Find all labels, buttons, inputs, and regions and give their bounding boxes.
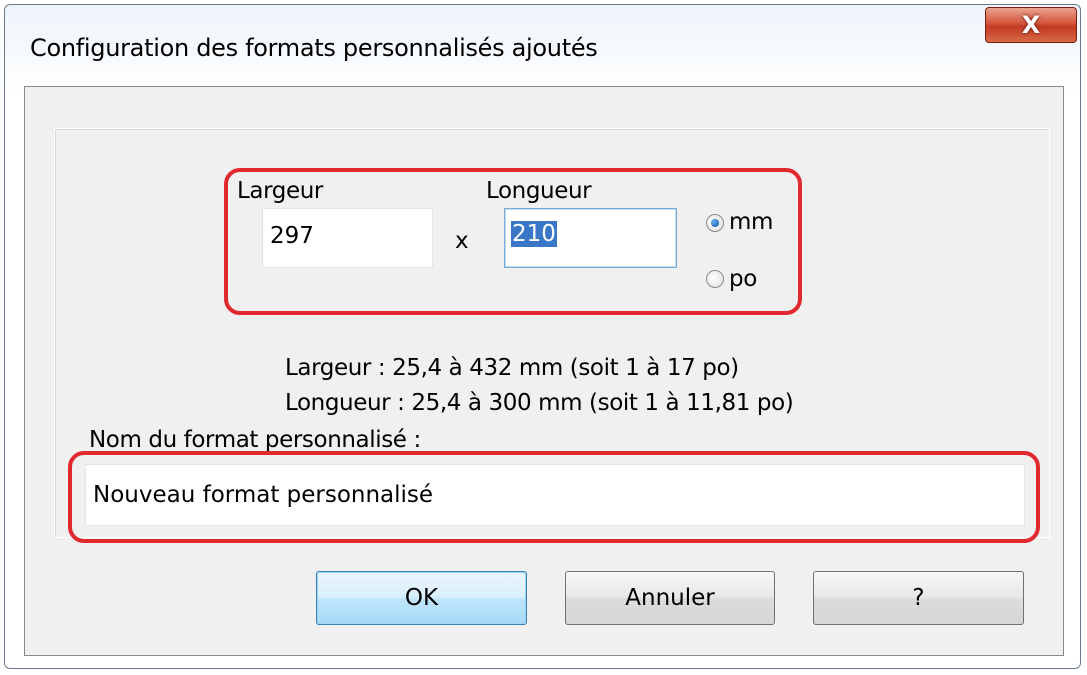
- close-button[interactable]: X: [985, 7, 1077, 43]
- close-icon: X: [1021, 11, 1041, 39]
- help-button[interactable]: ?: [813, 571, 1024, 625]
- title-bar[interactable]: Configuration des formats personnalisés …: [4, 4, 1081, 86]
- size-highlight-box: [224, 168, 802, 315]
- name-highlight-box: [68, 451, 1040, 543]
- window-title: Configuration des formats personnalisés …: [30, 34, 598, 62]
- ok-button-label: OK: [404, 585, 439, 611]
- length-range-text: Longueur : 25,4 à 300 mm (soit 1 à 11,81…: [285, 390, 794, 416]
- dialog-window: Configuration des formats personnalisés …: [0, 0, 1087, 675]
- help-button-label: ?: [912, 585, 925, 611]
- cancel-button[interactable]: Annuler: [565, 571, 775, 625]
- cancel-button-label: Annuler: [625, 585, 715, 611]
- width-range-text: Largeur : 25,4 à 432 mm (soit 1 à 17 po): [285, 355, 739, 381]
- ok-button[interactable]: OK: [316, 571, 527, 625]
- format-name-label: Nom du format personnalisé :: [89, 427, 421, 453]
